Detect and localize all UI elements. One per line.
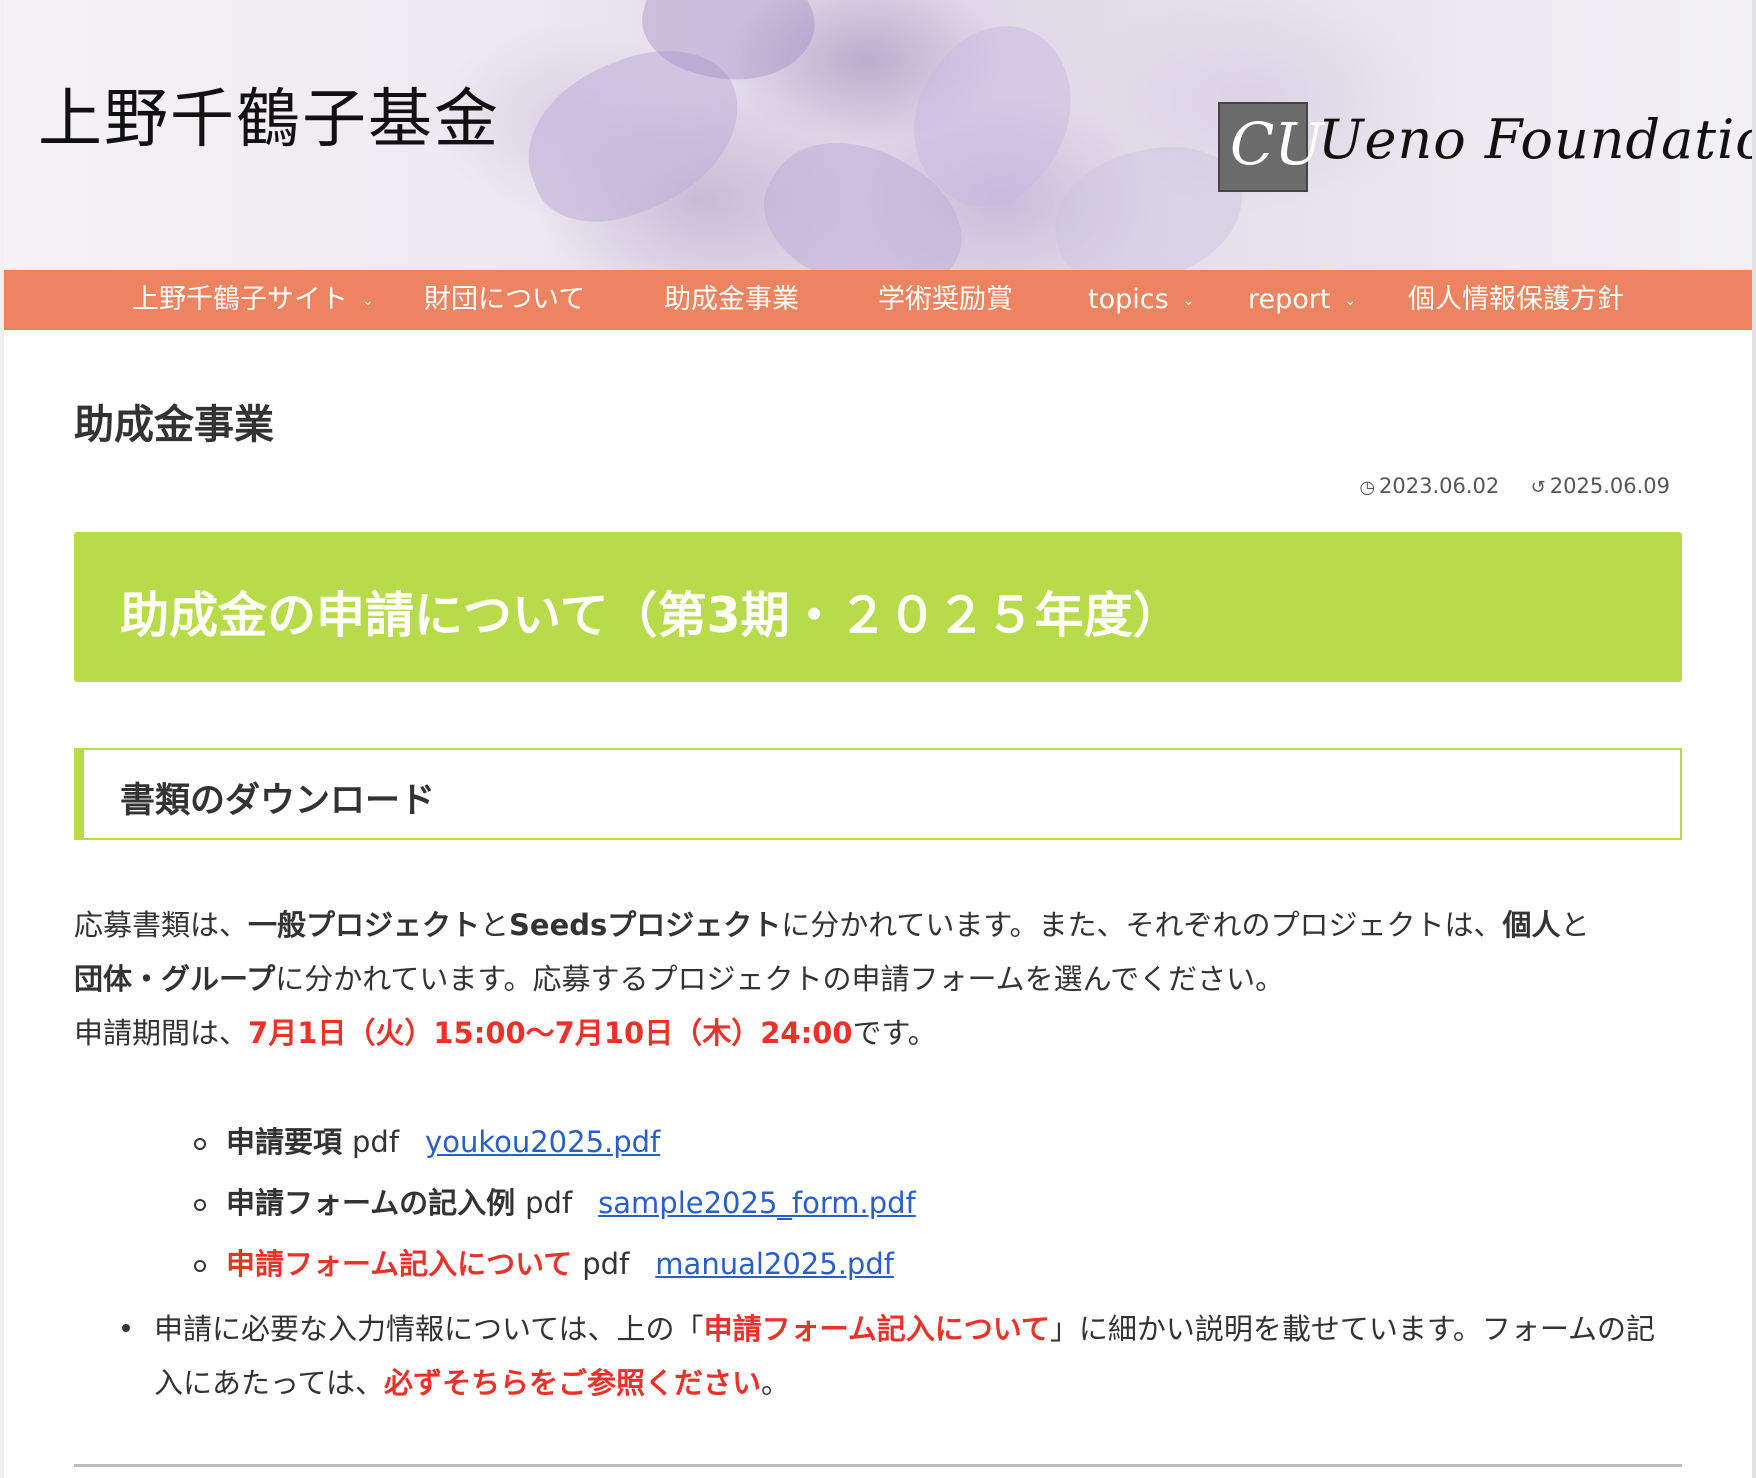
section-heading-title: 書類のダウンロード [120,781,436,821]
para-bold: 団体・グループ [74,962,276,996]
post-dates: ◷ 2023.06.02 ↺ 2025.06.09 [1359,474,1670,498]
file-type: pdf [352,1125,400,1159]
para-text: です。 [852,1016,937,1050]
nav-item-privacy-policy[interactable]: 個人情報保護方針 [1408,270,1624,330]
nav-item-report[interactable]: report ⌄ [1248,270,1356,330]
main-nav: 上野千鶴子サイト ⌄ 財団について 助成金事業 学術奨励賞 topics ⌄ rep… [4,270,1756,330]
chevron-down-icon: ⌄ [362,292,374,309]
circle-bullet-icon [194,1138,206,1150]
published-date: 2023.06.02 [1379,474,1500,498]
nav-item-academic-award[interactable]: 学術奨励賞 [878,270,1013,330]
logo-mark: CU [1218,102,1323,192]
para-text: と [480,908,510,942]
divider [74,1464,1682,1467]
nav-item-label: topics [1088,284,1169,315]
para-bold: Seedsプロジェクト [509,908,782,942]
file-type: pdf [582,1247,630,1281]
note-text: 。 [761,1366,791,1400]
para-bold: 個人 [1502,908,1561,942]
clock-icon: ◷ [1359,477,1376,498]
para-text: に分かれています。また、それぞれのプロジェクトは、 [781,908,1503,942]
download-link-youkou[interactable]: youkou2025.pdf [425,1125,660,1159]
page: 上野千鶴子基金 CU Ueno Foundation 上野千鶴子サイト ⌄ 財団に… [4,0,1756,1478]
intro-paragraph: 応募書類は、一般プロジェクトとSeedsプロジェクトに分かれています。また、それ… [74,898,1684,1060]
site-title[interactable]: 上野千鶴子基金 [38,88,500,152]
file-type: pdf [525,1186,573,1220]
nav-item-label: report [1248,284,1331,315]
logo-mark-text: CU [1230,110,1324,178]
download-label: 申請フォームの記入例 [226,1186,516,1220]
nav-item-label: 財団について [424,284,586,315]
para-text: 申請期間は、 [74,1016,249,1050]
banner-title: 助成金の申請について（第3期・２０２５年度） [120,587,1182,644]
disc-bullet-icon [122,1324,130,1332]
section-heading: 書類のダウンロード [74,748,1682,840]
chevron-down-icon: ⌄ [1344,292,1357,309]
download-label: 申請要項 [226,1125,343,1159]
nav-item-grants[interactable]: 助成金事業 [664,270,799,330]
para-text: 応募書類は、 [74,908,249,942]
para-bold: 一般プロジェクト [248,908,481,942]
nav-item-label: 学術奨励賞 [878,284,1013,315]
history-icon: ↺ [1530,477,1546,498]
page-title: 助成金事業 [74,402,274,448]
para-text: と [1560,908,1590,942]
site-header: 上野千鶴子基金 CU Ueno Foundation [4,0,1756,270]
note-highlight: 必ずそちらをご参照ください [383,1366,761,1400]
nav-item-label: 上野千鶴子サイト [132,284,348,315]
download-link-sample-form[interactable]: sample2025_form.pdf [598,1186,916,1220]
circle-bullet-icon [194,1199,206,1211]
nav-item-topics[interactable]: topics ⌄ [1088,270,1194,330]
note-text: 申請に必要な入力情報については、上の「 [154,1312,704,1346]
application-period: 7月1日（火）15:00〜7月10日（木）24:00 [248,1016,853,1050]
nav-item-label: 助成金事業 [664,284,799,315]
updated-date: 2025.06.09 [1549,474,1670,498]
section-banner: 助成金の申請について（第3期・２０２５年度） [74,532,1682,682]
download-label: 申請フォーム記入について [226,1247,573,1281]
nav-item-ueno-site[interactable]: 上野千鶴子サイト ⌄ [132,270,374,330]
nav-item-about[interactable]: 財団について [424,270,585,330]
window-edge [1752,0,1756,1478]
nav-item-label: 個人情報保護方針 [1408,284,1624,315]
chevron-down-icon: ⌄ [1182,292,1195,309]
logo-text: Ueno Foundation [1318,108,1756,171]
note-highlight: 申請フォーム記入について [703,1312,1050,1346]
circle-bullet-icon [194,1260,206,1272]
download-link-manual[interactable]: manual2025.pdf [655,1247,894,1281]
para-text: に分かれています。応募するプロジェクトの申請フォームを選んでください。 [275,962,1285,996]
